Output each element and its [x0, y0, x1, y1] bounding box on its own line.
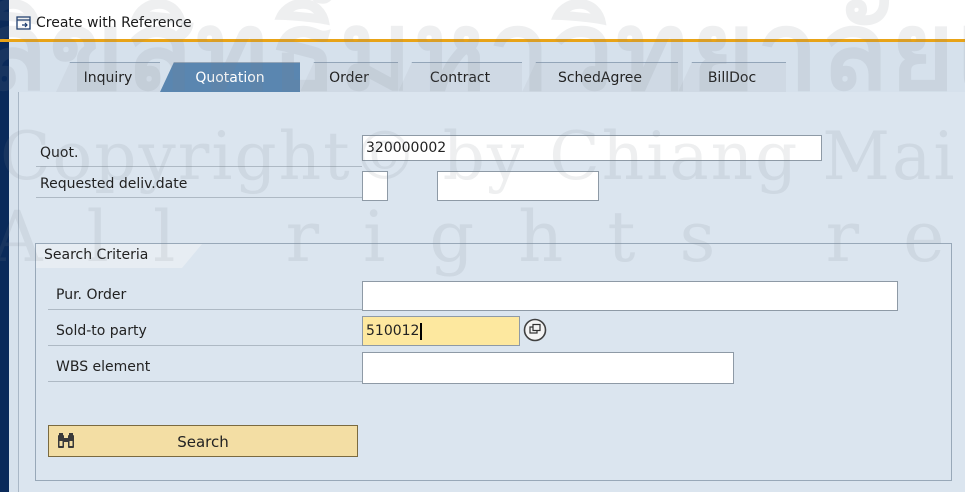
sold-to-party-label: Sold-to party [56, 323, 147, 339]
text-cursor [420, 322, 423, 340]
tab-billdoc[interactable]: BillDoc [678, 62, 786, 92]
wbs-element-label: WBS element [56, 359, 151, 375]
search-button[interactable]: Search [48, 425, 358, 457]
quot-field[interactable]: 320000002 [362, 135, 822, 161]
title-area: Create with Reference [16, 15, 192, 31]
pur-order-field[interactable] [362, 281, 898, 311]
window-title: Create with Reference [36, 15, 192, 31]
sap-window: Create with Reference Inquiry Quotation … [0, 0, 965, 492]
tab-contract[interactable]: Contract [398, 62, 522, 92]
sold-to-party-value: 510012 [366, 323, 420, 339]
requested-deliv-date-label: Requested deliv.date [40, 176, 188, 192]
row-divider [48, 345, 362, 346]
title-bar: Create with Reference [0, 0, 965, 492]
tab-schedagree[interactable]: SchedAgree [522, 62, 678, 92]
row-divider [48, 381, 362, 382]
left-accent-bar [0, 0, 9, 492]
wbs-element-field[interactable] [362, 352, 734, 384]
search-button-label: Search [177, 433, 229, 451]
deliv-date-type-field[interactable] [362, 171, 388, 201]
deliv-date-field[interactable] [437, 171, 599, 201]
tab-inquiry[interactable]: Inquiry [56, 62, 160, 92]
quot-label: Quot. [40, 145, 79, 161]
search-criteria-title: Search Criteria [44, 247, 149, 263]
tab-order[interactable]: Order [300, 62, 398, 92]
sold-to-party-field[interactable]: 510012 [362, 316, 520, 346]
row-divider [36, 197, 362, 198]
value-help-icon [523, 318, 547, 342]
value-help-button[interactable] [521, 316, 549, 344]
title-underline [0, 39, 965, 42]
pur-order-label: Pur. Order [56, 287, 127, 303]
row-divider [48, 309, 362, 310]
tab-quotation[interactable]: Quotation [160, 62, 300, 92]
create-document-icon [16, 15, 31, 30]
search-criteria-header: Search Criteria [36, 244, 202, 268]
tab-strip: Inquiry Quotation Order Contract SchedAg… [18, 62, 965, 92]
row-divider [36, 166, 362, 167]
